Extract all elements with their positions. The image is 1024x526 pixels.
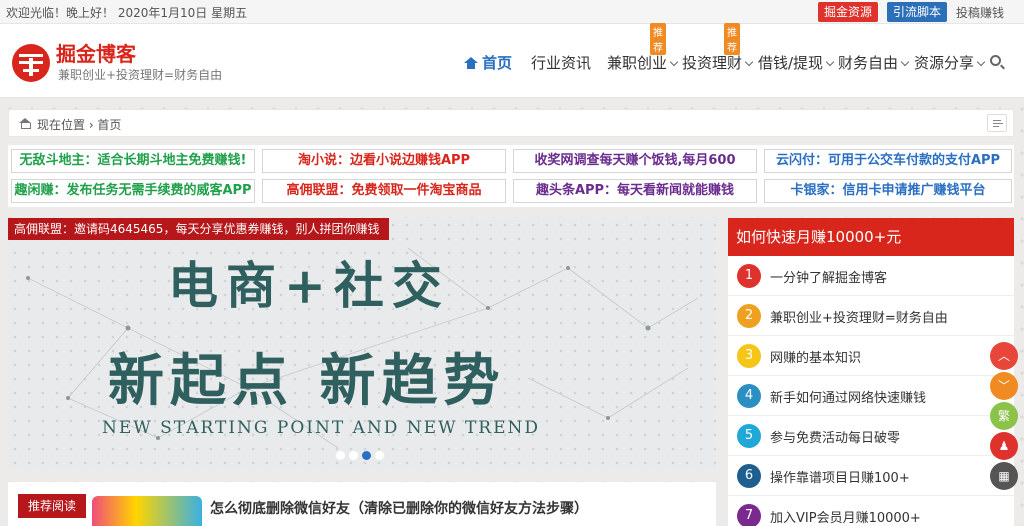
sidebar-item-label: 兼职创业+投资理财=财务自由 bbox=[770, 311, 948, 326]
slide-english-text: NEW STARTING POINT AND NEW TREND bbox=[102, 418, 541, 438]
slide-subheadline: 新起点 新趋势 bbox=[108, 348, 506, 414]
nav-label: 首页 bbox=[482, 54, 513, 72]
ad-link[interactable]: 卡银家：信用卡申请推广赚钱平台 bbox=[764, 179, 1012, 203]
slider-dot[interactable] bbox=[375, 451, 384, 460]
qrcode-icon[interactable]: ▦ bbox=[990, 462, 1018, 490]
nav-item-home[interactable]: 首页 bbox=[464, 52, 512, 73]
sidebar-item-label: 新手如何通过网络快速赚钱 bbox=[770, 391, 927, 406]
site-header: 掘金博客 兼职创业+投资理财=财务自由 首页 行业资讯 兼职创业 推荐 投资理财… bbox=[0, 23, 1024, 98]
article-thumbnail[interactable] bbox=[92, 496, 202, 526]
sidebar-title: 如何快速月赚10000+元 bbox=[728, 218, 1014, 256]
nav-item-resources[interactable]: 资源分享 bbox=[914, 52, 986, 73]
nav-label: 行业资讯 bbox=[531, 54, 592, 72]
breadcrumb-text[interactable]: 现在位置 › 首页 bbox=[37, 116, 121, 133]
ad-link[interactable]: 收奖网调查每天赚个饭钱,每月600 bbox=[513, 149, 757, 173]
sidebar-widget: 如何快速月赚10000+元 1 一分钟了解掘金博客 2 兼职创业+投资理财=财务自由… bbox=[728, 218, 1014, 526]
sidebar-item[interactable]: 5 参与免费活动每日破零 bbox=[728, 416, 1014, 456]
script-button[interactable]: 引流脚本 bbox=[887, 2, 948, 22]
menu-icon[interactable] bbox=[987, 114, 1007, 132]
sidebar-item[interactable]: 7 加入VIP会员月赚10000+ bbox=[728, 496, 1014, 526]
rank-number: 6 bbox=[737, 464, 761, 488]
traditional-chinese-icon[interactable]: 繁 bbox=[990, 402, 1018, 430]
nav-label: 投资理财 bbox=[682, 54, 743, 72]
slider-pagination bbox=[336, 449, 388, 464]
rank-number: 7 bbox=[737, 504, 761, 526]
recommend-badge: 推荐 bbox=[650, 23, 666, 55]
rank-number: 2 bbox=[737, 304, 761, 328]
ad-link[interactable]: 无敌斗地主：适合长期斗地主免费赚钱! bbox=[11, 149, 255, 173]
ad-link[interactable]: 淘小说：边看小说边赚钱APP bbox=[262, 149, 506, 173]
nav-item-invest[interactable]: 投资理财 bbox=[682, 52, 754, 73]
ad-link[interactable]: 趣头条APP：每天看新闻就能赚钱 bbox=[513, 179, 757, 203]
nav-label: 财务自由 bbox=[838, 54, 899, 72]
hero-slider[interactable]: 高佣联盟：邀请码4645465，每天分享优惠券赚钱，别人拼团你赚钱 电商+社交 … bbox=[8, 218, 716, 470]
nav-label: 资源分享 bbox=[914, 54, 975, 72]
ad-link-text: 淘小说：边看小说边赚钱APP bbox=[297, 153, 471, 168]
chevron-down-icon bbox=[669, 57, 679, 67]
article-title[interactable]: 怎么彻底删除微信好友（清除已删除你的微信好友方法步骤） bbox=[210, 498, 588, 518]
sidebar-item[interactable]: 3 网赚的基本知识 bbox=[728, 336, 1014, 376]
home-icon[interactable] bbox=[19, 118, 31, 129]
ad-link[interactable]: 趣闲赚：发布任务无需手续费的威客APP bbox=[11, 179, 255, 203]
submit-link[interactable]: 投稿赚钱 bbox=[956, 4, 1004, 21]
recommend-label: 推荐阅读 bbox=[18, 494, 87, 518]
search-icon[interactable] bbox=[990, 55, 1001, 66]
ad-link[interactable]: 云闪付：可用于公交车付款的支付APP bbox=[764, 149, 1012, 173]
arrow-up-icon[interactable]: ︿ bbox=[990, 342, 1018, 370]
nav-item-parttime[interactable]: 兼职创业 bbox=[607, 52, 679, 73]
ad-link-text: 无敌斗地主：适合长期斗地主免费赚钱! bbox=[19, 153, 247, 168]
resource-button[interactable]: 掘金资源 bbox=[818, 2, 879, 22]
qq-icon[interactable]: ♟ bbox=[990, 432, 1018, 460]
nav-label: 兼职创业 bbox=[607, 54, 668, 72]
sidebar-item-label: 操作靠谱项目日赚100+ bbox=[770, 471, 910, 486]
sidebar-item[interactable]: 1 一分钟了解掘金博客 bbox=[728, 256, 1014, 296]
sidebar-item-label: 参与免费活动每日破零 bbox=[770, 431, 901, 446]
recommend-section: 推荐阅读 怎么彻底删除微信好友（清除已删除你的微信好友方法步骤） bbox=[8, 482, 716, 526]
logo-icon[interactable] bbox=[12, 44, 50, 82]
ad-link-text: 趣头条APP：每天看新闻就能赚钱 bbox=[535, 183, 735, 198]
home-icon bbox=[464, 57, 478, 69]
ad-link-text: 卡银家：信用卡申请推广赚钱平台 bbox=[790, 183, 986, 198]
chevron-down-icon bbox=[744, 57, 754, 67]
nav-item-freedom[interactable]: 财务自由 bbox=[838, 52, 910, 73]
ad-link-text: 趣闲赚：发布任务无需手续费的威客APP bbox=[14, 183, 252, 198]
chevron-down-icon bbox=[825, 57, 835, 67]
rank-number: 5 bbox=[737, 424, 761, 448]
sidebar-item[interactable]: 6 操作靠谱项目日赚100+ bbox=[728, 456, 1014, 496]
slide-caption[interactable]: 高佣联盟：邀请码4645465，每天分享优惠券赚钱，别人拼团你赚钱 bbox=[8, 218, 390, 240]
chevron-down-icon bbox=[900, 57, 910, 67]
welcome-text: 欢迎光临！晚上好！ 2020年1月10日 星期五 bbox=[6, 6, 248, 20]
rank-number: 3 bbox=[737, 344, 761, 368]
rank-number: 1 bbox=[737, 264, 761, 288]
site-name[interactable]: 掘金博客 bbox=[56, 38, 136, 67]
recommend-badge: 推荐 bbox=[724, 23, 740, 55]
breadcrumb: 现在位置 › 首页 bbox=[8, 109, 1014, 137]
sidebar-item[interactable]: 2 兼职创业+投资理财=财务自由 bbox=[728, 296, 1014, 336]
arrow-down-icon[interactable]: ﹀ bbox=[990, 372, 1018, 400]
sidebar-item[interactable]: 4 新手如何通过网络快速赚钱 bbox=[728, 376, 1014, 416]
ad-link-text: 收奖网调查每天赚个饭钱,每月600 bbox=[534, 153, 736, 168]
nav-item-news[interactable]: 行业资讯 bbox=[531, 52, 591, 73]
slide-headline: 电商+社交 bbox=[168, 256, 450, 315]
ad-link[interactable]: 高佣联盟：免费领取一件淘宝商品 bbox=[262, 179, 506, 203]
chevron-down-icon bbox=[976, 57, 986, 67]
nav-item-loan[interactable]: 借钱/提现 bbox=[758, 52, 835, 73]
slider-dot[interactable] bbox=[349, 451, 358, 460]
ad-link-text: 高佣联盟：免费领取一件淘宝商品 bbox=[286, 183, 482, 198]
nav-label: 借钱/提现 bbox=[758, 54, 824, 72]
sidebar-item-label: 一分钟了解掘金博客 bbox=[770, 271, 888, 286]
sidebar-item-label: 网赚的基本知识 bbox=[770, 351, 862, 366]
slider-dot-active[interactable] bbox=[362, 451, 371, 460]
top-bar: 欢迎光临！晚上好！ 2020年1月10日 星期五 掘金资源 引流脚本 投稿赚钱 bbox=[0, 0, 1024, 24]
ad-link-text: 云闪付：可用于公交车付款的支付APP bbox=[775, 153, 1001, 168]
sidebar-item-label: 加入VIP会员月赚10000+ bbox=[770, 511, 921, 526]
slider-dot[interactable] bbox=[336, 451, 345, 460]
ad-link-grid: 无敌斗地主：适合长期斗地主免费赚钱! 淘小说：边看小说边赚钱APP 收奖网调查每… bbox=[8, 145, 1014, 207]
site-slogan: 兼职创业+投资理财=财务自由 bbox=[58, 68, 223, 82]
rank-number: 4 bbox=[737, 384, 761, 408]
